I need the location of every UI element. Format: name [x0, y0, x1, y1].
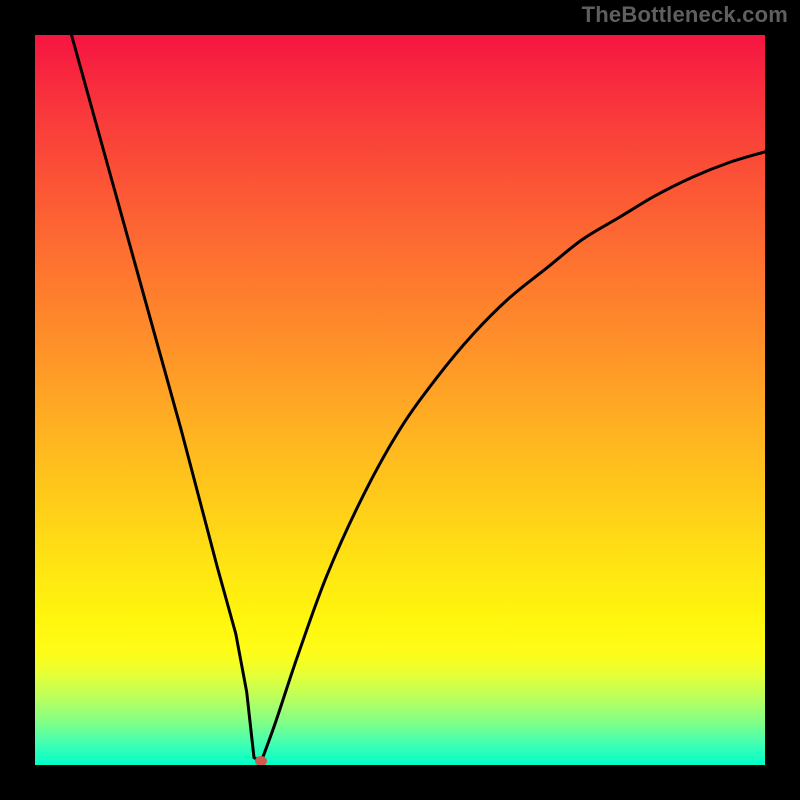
chart-frame: TheBottleneck.com: [0, 0, 800, 800]
plot-area: [35, 35, 765, 765]
bottleneck-curve: [35, 35, 765, 765]
watermark-text: TheBottleneck.com: [582, 2, 788, 28]
optimal-point-marker: [255, 756, 267, 765]
